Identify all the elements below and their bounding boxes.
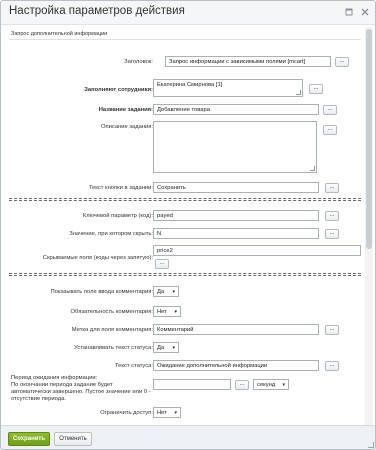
section-divider xyxy=(9,39,361,40)
button-text-label: Текст кнопки в задании: xyxy=(88,185,153,191)
hide-value-label: Значение, при котором скрыть: xyxy=(69,231,153,237)
wait-period-unit-select[interactable]: секунд ▾ xyxy=(253,379,289,390)
title-picker-button[interactable]: ... xyxy=(335,57,349,67)
key-param-input[interactable]: payed xyxy=(153,210,319,221)
dialog-resize-icon[interactable] xyxy=(368,442,374,448)
dialog-footer: Сохранить Отменить xyxy=(1,425,375,449)
set-status-label: Устанавливать текст статуса: xyxy=(74,345,153,351)
expand-icon[interactable] xyxy=(344,8,353,17)
show-comment-select[interactable]: Да ▾ xyxy=(153,286,179,297)
wait-period-unit-value: секунд xyxy=(257,382,276,388)
dialog-body[interactable]: Запрос дополнительной информации Заголов… xyxy=(5,27,365,425)
wait-period-input[interactable] xyxy=(153,379,231,390)
restrict-access-select[interactable]: Нет ▾ xyxy=(153,407,181,418)
scrollbar-thumb[interactable] xyxy=(366,29,372,249)
comment-label-picker-button[interactable]: ... xyxy=(325,325,339,335)
cancel-button[interactable]: Отменить xyxy=(54,432,92,446)
wait-period-label: Период ожидания информации: xyxy=(11,375,98,381)
fill-users-picker-button[interactable]: ... xyxy=(309,84,323,94)
chevron-down-icon: ▾ xyxy=(172,345,175,351)
save-button[interactable]: Сохранить xyxy=(8,432,50,446)
status-text-label: Текст статуса: xyxy=(114,363,153,369)
title-label: Заголовок: xyxy=(124,59,153,65)
chevron-down-icon: ▾ xyxy=(172,289,175,295)
chevron-down-icon: ▾ xyxy=(174,410,177,416)
fill-users-input[interactable]: Екатерина Смирнова [1] xyxy=(153,79,303,97)
key-param-label: Ключевой параметр (код): xyxy=(82,213,153,219)
section-separator xyxy=(9,198,361,201)
status-text-picker-button[interactable]: ... xyxy=(325,361,339,371)
task-desc-input[interactable] xyxy=(153,121,317,173)
fill-users-value: Екатерина Смирнова [1] xyxy=(157,82,223,88)
hidden-fields-input[interactable]: price2 xyxy=(153,245,361,256)
show-comment-label: Показывать поле ввода комментария: xyxy=(50,289,153,295)
button-text-picker-button[interactable]: ... xyxy=(325,183,339,193)
comment-label-label: Метка для поля комментария: xyxy=(71,327,153,333)
button-text-input[interactable]: Сохранить xyxy=(153,182,319,193)
fill-users-label: Заполняют сотрудники: xyxy=(84,87,153,93)
wait-period-picker-button[interactable]: ... xyxy=(235,380,249,390)
hide-value-picker-button[interactable]: ... xyxy=(325,229,339,239)
required-comment-select[interactable]: Нет ▾ xyxy=(153,306,181,317)
status-text-input[interactable]: Ожидание дополнительной информации xyxy=(153,360,319,371)
comment-label-input[interactable]: Комментарий xyxy=(153,324,319,335)
task-name-label: Название задания: xyxy=(98,107,153,113)
required-comment-label: Обязательность комментария: xyxy=(70,309,153,315)
wait-period-description: По окончании периода задание будет автом… xyxy=(11,382,151,402)
task-name-picker-button[interactable]: ... xyxy=(323,105,337,115)
key-param-picker-button[interactable]: ... xyxy=(325,211,339,221)
section-separator xyxy=(9,273,361,276)
title-input[interactable]: Запрос информации с зависимыми полями [m… xyxy=(165,56,331,67)
hidden-fields-picker-button[interactable]: ... xyxy=(155,259,169,269)
set-status-select[interactable]: Да ▾ xyxy=(153,342,179,353)
task-name-input[interactable]: Добавление товара xyxy=(153,104,319,115)
vertical-scrollbar[interactable] xyxy=(365,27,373,425)
section-title: Запрос дополнительной информации xyxy=(11,31,108,37)
dialog-title: Настройка параметров действия xyxy=(9,5,185,17)
hide-value-input[interactable]: N xyxy=(153,228,319,239)
action-settings-dialog: Настройка параметров действия Запрос доп… xyxy=(0,0,376,450)
dialog-titlebar[interactable]: Настройка параметров действия xyxy=(1,1,375,25)
required-comment-value: Нет xyxy=(157,309,167,315)
restrict-access-value: Нет xyxy=(157,410,167,416)
task-desc-picker-button[interactable]: ... xyxy=(323,125,337,135)
show-comment-value: Да xyxy=(157,289,165,295)
close-icon[interactable] xyxy=(360,8,369,17)
set-status-value: Да xyxy=(157,345,165,351)
resize-grip-icon[interactable] xyxy=(296,90,301,95)
task-desc-label: Описание задания: xyxy=(101,124,153,130)
chevron-down-icon: ▾ xyxy=(174,309,177,315)
chevron-down-icon: ▾ xyxy=(282,382,285,388)
hidden-fields-label: Скрываемые поля (коды через запятую): xyxy=(42,255,153,261)
resize-grip-icon[interactable] xyxy=(310,166,315,171)
restrict-access-label: Ограничить доступ: xyxy=(100,410,153,416)
